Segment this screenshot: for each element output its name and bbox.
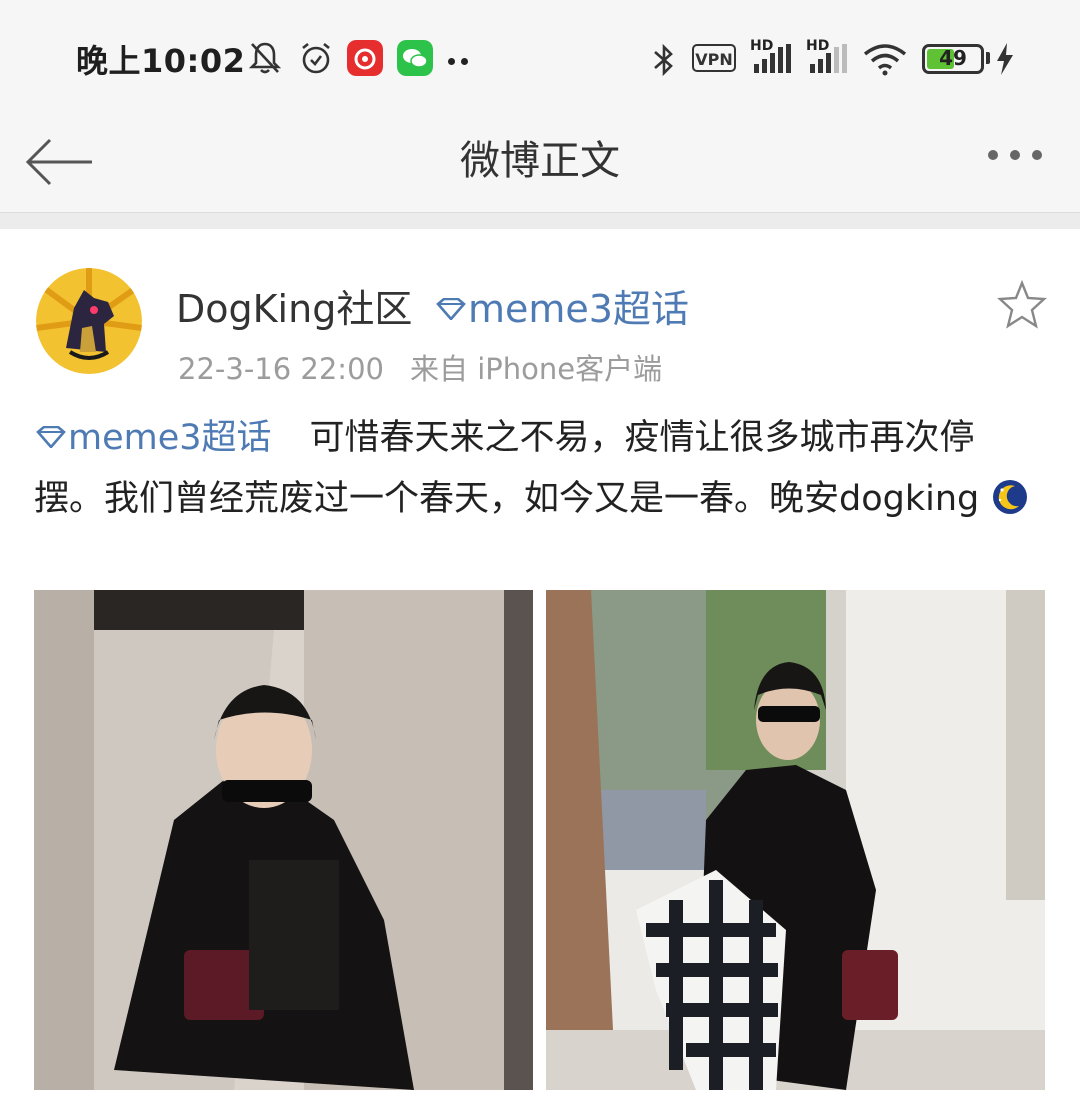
netease-music-icon bbox=[347, 40, 383, 76]
post-photo-2[interactable] bbox=[546, 590, 1045, 1090]
post-meta: 22-3-16 22:00 来自 iPhone客户端 bbox=[178, 346, 662, 388]
inline-topic-link[interactable]: meme3超话 bbox=[34, 418, 272, 458]
status-bar: 晚上10:02 VPN HD HD 49 bbox=[0, 0, 1080, 110]
post-date: 22-3-16 22:00 bbox=[178, 352, 384, 386]
inline-topic-label: meme3超话 bbox=[68, 418, 272, 458]
section-divider bbox=[0, 212, 1080, 229]
author-name[interactable]: DogKing社区 bbox=[176, 278, 412, 333]
nav-bar: 微博正文 bbox=[0, 110, 1080, 212]
topic-tag-link[interactable]: meme3超话 bbox=[434, 278, 689, 333]
moon-emoji-icon bbox=[993, 480, 1028, 514]
favorite-star-icon[interactable] bbox=[996, 280, 1048, 330]
bluetooth-icon bbox=[654, 43, 673, 77]
alarm-icon bbox=[302, 42, 330, 74]
post-body: meme3超话 可惜春天来之不易，疫情让很多城市再次停摆。我们曾经荒废过一个春天，… bbox=[34, 408, 1044, 530]
battery-indicator: 49 bbox=[922, 44, 984, 74]
wifi-icon bbox=[863, 44, 907, 76]
more-options-button[interactable] bbox=[980, 140, 1060, 180]
post-source: 来自 iPhone客户端 bbox=[409, 352, 663, 386]
status-time: 晚上10:02 bbox=[76, 42, 246, 80]
diamond-icon bbox=[436, 297, 466, 321]
signal-icon-2 bbox=[810, 44, 847, 73]
more-notifications-icon bbox=[448, 50, 474, 69]
topic-tag-label: meme3超话 bbox=[468, 287, 689, 331]
charging-icon bbox=[997, 43, 1013, 75]
signal-icon bbox=[754, 44, 791, 73]
battery-level: 49 bbox=[939, 46, 967, 70]
bell-off-icon bbox=[248, 42, 282, 74]
avatar[interactable] bbox=[36, 268, 142, 374]
diamond-icon bbox=[36, 425, 66, 449]
page-title: 微博正文 bbox=[460, 138, 620, 184]
wechat-icon bbox=[397, 40, 433, 76]
vpn-indicator: VPN bbox=[692, 44, 736, 72]
post-photo-1[interactable] bbox=[34, 590, 533, 1090]
